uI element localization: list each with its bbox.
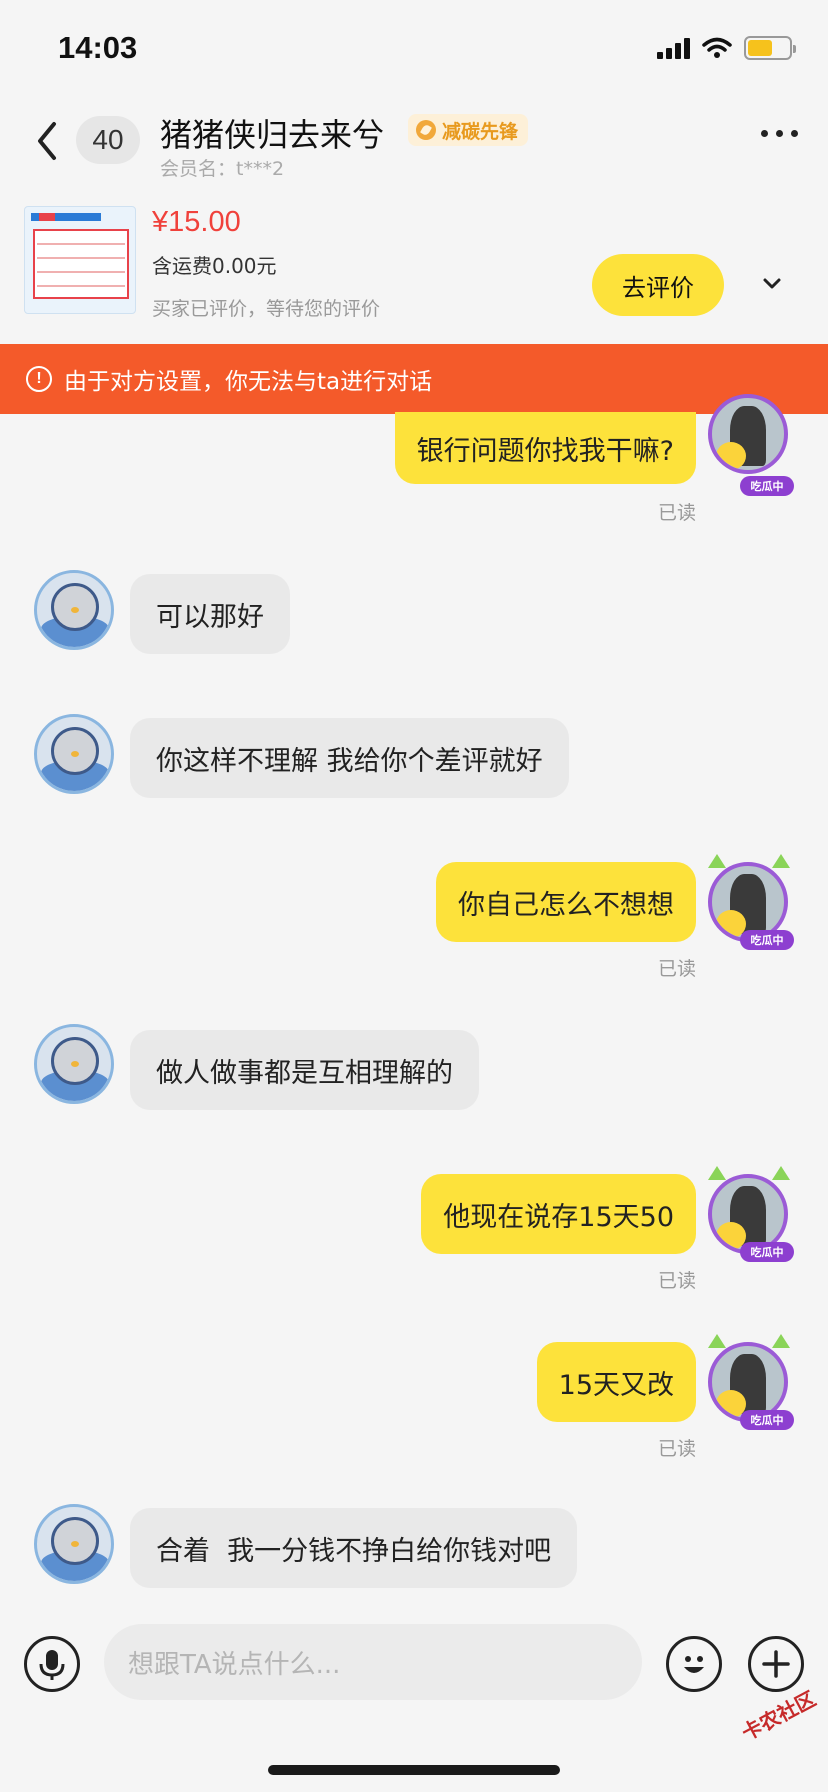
message-bubble[interactable]: 合着 我一分钱不挣白给你钱对吧 [130, 1508, 578, 1588]
chat-title: 猪猪侠归去来兮 [160, 116, 385, 154]
my-avatar[interactable] [708, 394, 788, 474]
read-receipt: 已读 [658, 958, 697, 980]
warning-text: 由于对方设置，你无法与ta进行对话 [64, 369, 433, 395]
avatar-tag: 吃瓜中 [740, 1242, 794, 1262]
message-bubble[interactable]: 他现在说存15天50 [421, 1174, 696, 1254]
avatar-frame-ear [772, 1166, 790, 1180]
avatar-tag: 吃瓜中 [740, 476, 794, 496]
product-price: ¥15.00 [152, 206, 241, 238]
review-button[interactable]: 去评价 [592, 254, 724, 316]
product-card[interactable]: ¥15.00 含运费0.00元 买家已评价，等待您的评价 去评价 [0, 194, 828, 324]
leaf-icon [416, 120, 436, 140]
chat-header: 40 猪猪侠归去来兮 减碳先锋 会员名：t***2 [0, 100, 828, 182]
read-receipt: 已读 [658, 1438, 697, 1460]
avatar-tag: 吃瓜中 [740, 1410, 794, 1430]
avatar-frame-ear [708, 854, 726, 868]
badge-label: 减碳先锋 [442, 120, 519, 143]
avatar-frame-ear [772, 1334, 790, 1348]
more-icon[interactable] [761, 130, 798, 137]
avatar-frame-ear [772, 854, 790, 868]
plus-icon[interactable] [748, 1636, 804, 1692]
home-indicator[interactable] [268, 1765, 560, 1775]
status-icons [657, 36, 796, 60]
product-thumbnail[interactable] [24, 206, 136, 314]
back-icon[interactable] [30, 118, 66, 164]
emoji-icon[interactable] [666, 1636, 722, 1692]
avatar-frame-ear [708, 1166, 726, 1180]
review-status: 买家已评价，等待您的评价 [152, 298, 381, 320]
message-input[interactable]: 想跟TA说点什么... [104, 1624, 642, 1700]
chevron-down-icon[interactable] [760, 272, 784, 296]
contact-avatar[interactable] [34, 1504, 114, 1584]
signal-icon [657, 37, 690, 59]
input-bar: 想跟TA说点什么... [0, 1610, 828, 1720]
contact-avatar[interactable] [34, 570, 114, 650]
warning-banner: ! 由于对方设置，你无法与ta进行对话 [0, 344, 828, 414]
unread-count-badge[interactable]: 40 [76, 116, 140, 164]
read-receipt: 已读 [658, 502, 697, 524]
message-bubble[interactable]: 做人做事都是互相理解的 [130, 1030, 479, 1110]
message-bubble[interactable]: 你这样不理解 我给你个差评就好 [130, 718, 569, 798]
battery-icon [744, 36, 796, 60]
message-bubble[interactable]: 银行问题你找我干嘛? [394, 412, 696, 484]
microphone-icon[interactable] [24, 1636, 80, 1692]
status-time: 14:03 [58, 30, 138, 65]
status-bar: 14:03 [0, 0, 828, 100]
user-badge[interactable]: 减碳先锋 [408, 114, 529, 146]
avatar-frame-ear [708, 1334, 726, 1348]
contact-avatar[interactable] [34, 714, 114, 794]
message-bubble[interactable]: 15天又改 [536, 1342, 696, 1422]
member-name: 会员名：t***2 [160, 158, 285, 180]
wifi-icon [702, 37, 732, 58]
warning-icon: ! [26, 366, 52, 392]
contact-avatar[interactable] [34, 1024, 114, 1104]
shipping-fee: 含运费0.00元 [152, 254, 277, 278]
message-bubble[interactable]: 可以那好 [130, 574, 290, 654]
read-receipt: 已读 [658, 1270, 697, 1292]
message-bubble[interactable]: 你自己怎么不想想 [436, 862, 696, 942]
avatar-tag: 吃瓜中 [740, 930, 794, 950]
